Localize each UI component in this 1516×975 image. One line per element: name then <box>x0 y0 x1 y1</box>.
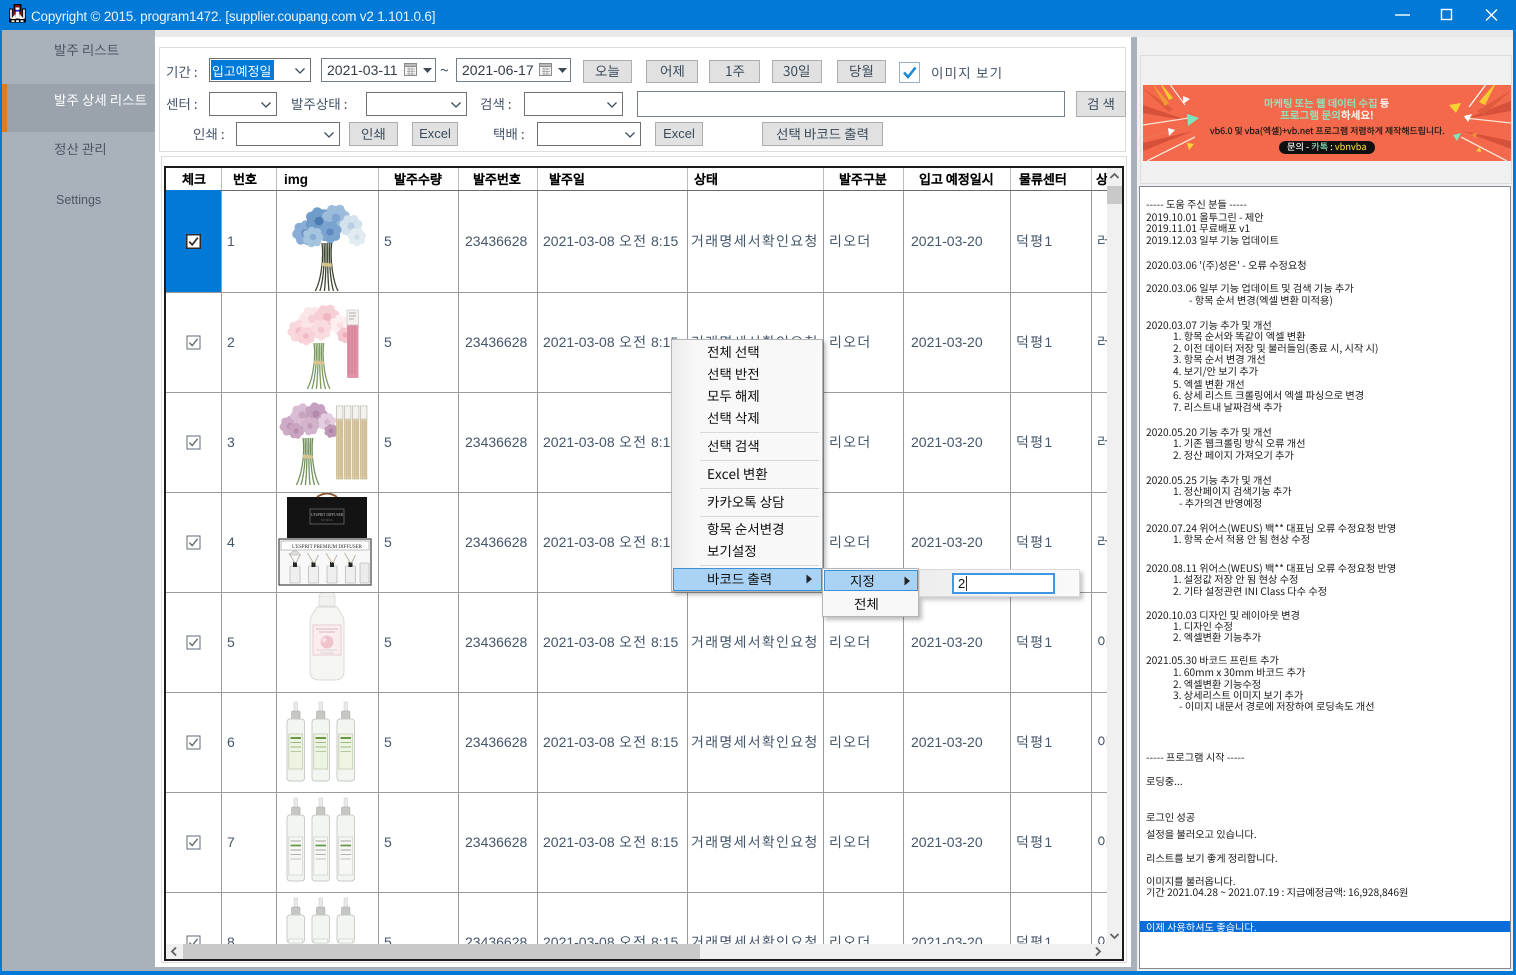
svg-text:L'ESPRIT DIFFUSER: L'ESPRIT DIFFUSER <box>311 513 344 517</box>
svg-text:L'ESPRIT PREMIUM DIFFUSER: L'ESPRIT PREMIUM DIFFUSER <box>292 545 363 550</box>
svg-text:S E O U L: S E O U L <box>321 519 333 522</box>
